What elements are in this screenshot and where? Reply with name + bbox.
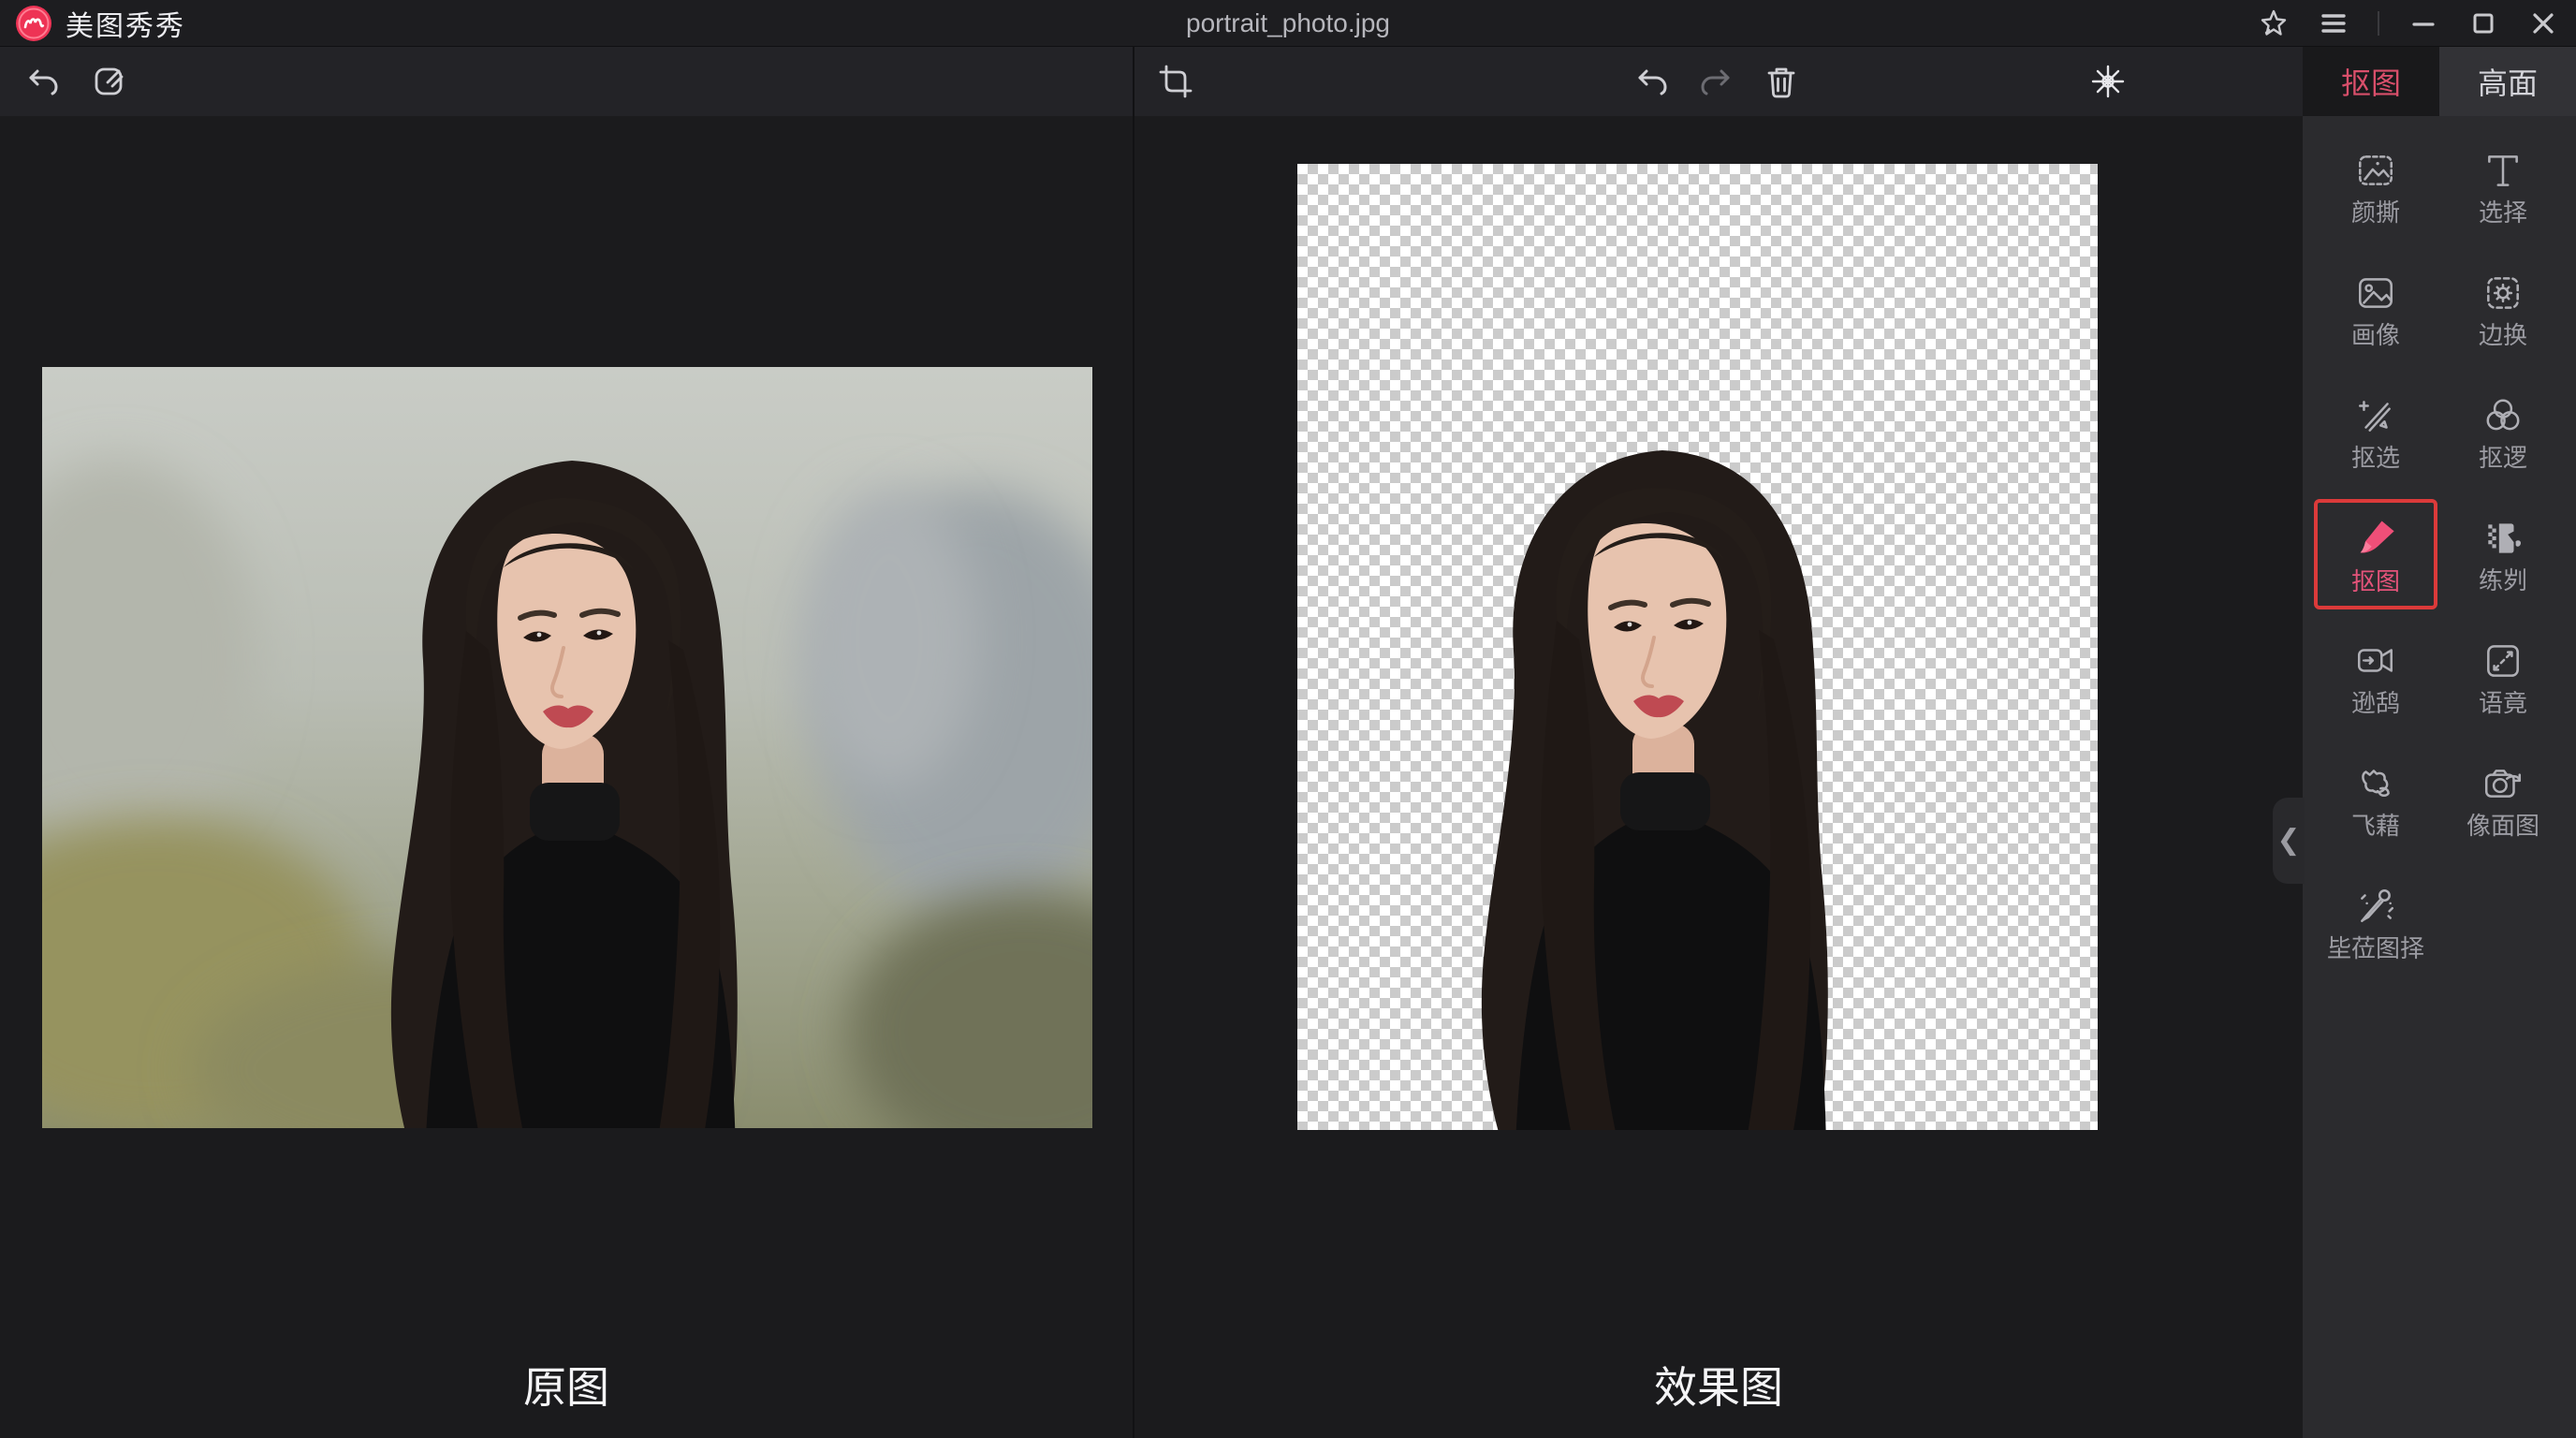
tool-item-cutout[interactable]: 抠图	[2314, 499, 2437, 609]
brush-icon	[2353, 516, 2398, 561]
tool-label: 逊鸹	[2351, 691, 2400, 715]
original-caption: 原图	[0, 1354, 1133, 1416]
animal-shape-icon	[2354, 762, 2397, 805]
tool-item-9[interactable]: 语竟	[2441, 622, 2565, 732]
text-tool-icon	[2481, 149, 2525, 192]
color-circles-icon	[2481, 394, 2525, 437]
tool-label: 颜撕	[2351, 200, 2400, 225]
tool-label: 抠逻	[2479, 446, 2527, 470]
menu-icon[interactable]	[2318, 7, 2349, 39]
original-photo	[42, 367, 1092, 1128]
favorite-star-icon[interactable]	[2258, 7, 2290, 39]
compare-icon[interactable]	[2089, 63, 2127, 100]
minimize-icon[interactable]	[2408, 7, 2439, 39]
tool-item-7[interactable]: 练刿	[2441, 499, 2565, 609]
panel-divider	[1133, 47, 1134, 1438]
tool-item-8[interactable]: 逊鸹	[2314, 622, 2437, 732]
tool-label: 抠图	[2351, 569, 2400, 594]
effect-caption: 效果图	[1134, 1354, 2303, 1416]
original-panel-toolbar	[0, 47, 1133, 116]
trash-icon[interactable]	[1763, 63, 1800, 100]
tool-item-5[interactable]: 抠逻	[2441, 376, 2565, 487]
window-controls	[2258, 0, 2559, 47]
tool-label: 画像	[2351, 323, 2400, 347]
camera-rotate-icon	[2481, 762, 2525, 805]
tool-label: 选择	[2479, 200, 2527, 225]
tab-cutout[interactable]: 抠图	[2303, 47, 2439, 116]
document-title: portrait_photo.jpg	[0, 8, 2576, 38]
tool-label: 语竟	[2479, 691, 2527, 715]
title-bar: 美图秀秀 portrait_photo.jpg	[0, 0, 2576, 47]
maximize-icon[interactable]	[2467, 7, 2499, 39]
video-camera-icon	[2354, 639, 2397, 682]
dashed-gear-icon	[2481, 271, 2525, 315]
close-icon[interactable]	[2527, 7, 2559, 39]
chevron-left-icon: ❮	[2276, 827, 2300, 855]
tool-item-2[interactable]: 画像	[2314, 254, 2437, 364]
tool-item-12[interactable]: 坒莅图择	[2314, 867, 2437, 977]
effect-photo	[1297, 164, 2098, 1130]
undo-icon[interactable]	[25, 64, 61, 99]
tool-label: 抠选	[2351, 446, 2400, 470]
redo-icon[interactable]	[1698, 64, 1734, 99]
checker-shape-icon	[2481, 517, 2525, 560]
undo-icon[interactable]	[1634, 64, 1670, 99]
tool-label: 练刿	[2479, 568, 2527, 593]
tool-item-4[interactable]: 抠选	[2314, 376, 2437, 487]
dashed-photo-icon	[2354, 149, 2397, 192]
tool-item-11[interactable]: 像面图	[2441, 744, 2565, 855]
sidebar-collapse-button[interactable]: ❮	[2273, 798, 2305, 884]
image-icon	[2354, 271, 2397, 315]
tool-item-0[interactable]: 颜撕	[2314, 131, 2437, 242]
tool-item-10[interactable]: 飞藉	[2314, 744, 2437, 855]
crop-icon[interactable]	[1157, 63, 1194, 100]
edit-icon[interactable]	[91, 64, 126, 99]
effect-panel-toolbar: 保存	[1134, 47, 2303, 116]
resize-box-icon	[2481, 639, 2525, 682]
eyedropper-icon	[2354, 885, 2397, 928]
tool-label: 边换	[2479, 323, 2527, 347]
tool-label: 像面图	[2466, 814, 2539, 838]
window-controls-separator	[2378, 11, 2379, 36]
tab-canvas[interactable]: 高面	[2439, 47, 2576, 116]
manual-cutout-icon	[2354, 394, 2397, 437]
tool-grid: 颜撕 选择 画像	[2303, 116, 2576, 990]
meitu-app-window: 美图秀秀 portrait_photo.jpg	[0, 0, 2576, 1438]
tool-sidebar: 抠图 高面 颜撕 选择	[2303, 47, 2576, 1438]
tool-label: 飞藉	[2351, 814, 2400, 838]
tool-item-1[interactable]: 选择	[2441, 131, 2565, 242]
sidebar-tabs: 抠图 高面	[2303, 47, 2576, 116]
tool-label: 坒莅图择	[2327, 936, 2424, 961]
tool-item-3[interactable]: 边换	[2441, 254, 2565, 364]
